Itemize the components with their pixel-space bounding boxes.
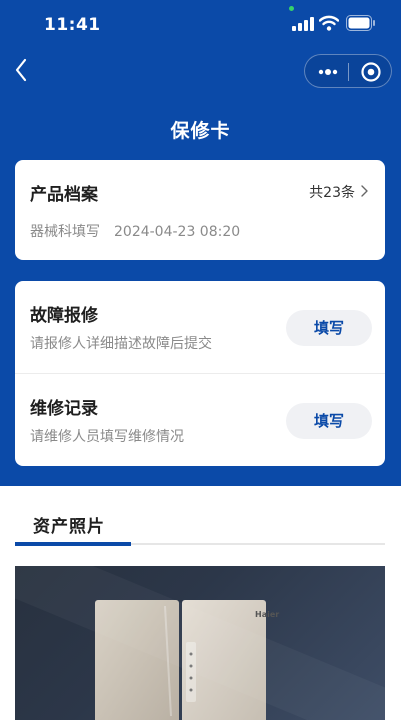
capsule-divider bbox=[348, 63, 349, 81]
tab-asset-photos[interactable]: 资产照片 bbox=[33, 512, 105, 537]
archive-title: 产品档案 bbox=[30, 185, 98, 205]
action-title: 维修记录 bbox=[30, 399, 98, 419]
action-description: 请维修人员填写维修情况 bbox=[30, 429, 184, 445]
action-description: 请报修人详细描述故障后提交 bbox=[30, 336, 212, 352]
privacy-indicator-dot bbox=[289, 6, 294, 11]
product-archive-card[interactable]: 产品档案 共23条 器械科填写 2024-04-23 08:20 bbox=[15, 160, 385, 260]
action-title: 故障报修 bbox=[30, 306, 98, 326]
archive-meta: 器械科填写 2024-04-23 08:20 bbox=[30, 221, 240, 241]
archive-count[interactable]: 共23条 bbox=[309, 182, 355, 202]
actions-card: 故障报修 请报修人详细描述故障后提交 填写 维修记录 请维修人员填写维修情况 填… bbox=[15, 281, 385, 466]
brand-label: Haier bbox=[255, 610, 280, 619]
asset-photo[interactable]: Haier bbox=[15, 566, 385, 720]
wifi-icon bbox=[319, 15, 339, 31]
status-time: 11:41 bbox=[44, 15, 101, 35]
fault-report-row: 故障报修 请报修人详细描述故障后提交 填写 bbox=[15, 281, 385, 373]
signal-icon bbox=[292, 17, 314, 31]
repair-record-row: 维修记录 请维修人员填写维修情况 填写 bbox=[15, 374, 385, 466]
battery-icon bbox=[346, 15, 375, 31]
refrigerator-image bbox=[15, 566, 385, 720]
repair-record-fill-button[interactable]: 填写 bbox=[286, 403, 372, 439]
more-icon[interactable] bbox=[315, 63, 341, 81]
target-icon[interactable] bbox=[360, 61, 382, 83]
tab-active-indicator bbox=[15, 542, 131, 546]
archive-datetime: 2024-04-23 08:20 bbox=[114, 224, 241, 240]
page-title: 保修卡 bbox=[170, 120, 231, 142]
fault-report-fill-button[interactable]: 填写 bbox=[286, 310, 372, 346]
status-bar: 11:41 bbox=[0, 0, 401, 48]
mini-program-capsule bbox=[304, 54, 392, 88]
archive-filled-by: 器械科填写 bbox=[30, 224, 100, 240]
back-icon[interactable] bbox=[10, 56, 34, 84]
chevron-right-icon[interactable] bbox=[360, 184, 369, 198]
